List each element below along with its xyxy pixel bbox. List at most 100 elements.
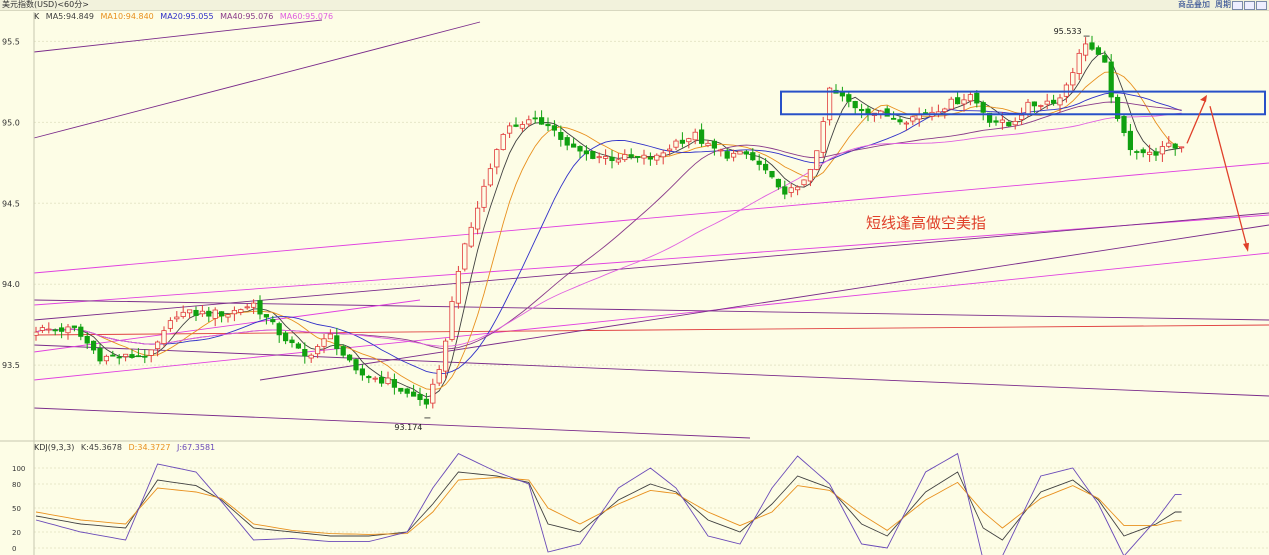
candle-body-88 (596, 156, 602, 159)
candle-body-79 (539, 117, 545, 125)
y-tick-label-0: 93.5 (2, 361, 20, 370)
candle-body-62 (430, 383, 436, 404)
price-chart-svg[interactable]: 95.533 93.174 93.5 94.0 94.5 95.0 95.5 0 20 50 80… (0, 0, 1269, 555)
candle-body-9 (91, 340, 97, 351)
candle-body-81 (551, 125, 558, 131)
extreme-label-high: 95.533 (1054, 27, 1082, 36)
candle-body-136 (903, 122, 910, 125)
candle-body-66 (455, 271, 462, 304)
candle-body-85 (577, 146, 583, 152)
candle-body-135 (897, 119, 903, 123)
kdj-tick-label-0: 0 (12, 545, 16, 553)
candle-body-3 (52, 329, 58, 332)
candle-body-2 (46, 328, 52, 331)
candle-body-127 (846, 94, 852, 102)
candle-body-64 (442, 340, 449, 372)
candle-body-43 (308, 354, 314, 359)
candle-body-173 (1140, 149, 1146, 154)
kdj-tick-label-2: 50 (12, 505, 21, 513)
y-tick-label-2: 94.5 (2, 199, 20, 208)
trendline-9 (33, 407, 751, 439)
candle-body-145 (961, 99, 967, 105)
candle-body-26 (199, 310, 205, 315)
candle-body-37 (270, 319, 276, 323)
strategy-annotation: 短线逢高做空美指 (866, 214, 987, 232)
candle-body-86 (583, 150, 590, 155)
candle-body-178 (1172, 143, 1178, 149)
candle-body-142 (942, 108, 948, 112)
candle-body-107 (718, 149, 724, 152)
candle-body-130 (865, 108, 871, 114)
candle-body-154 (1019, 114, 1025, 120)
candle-body-144 (955, 97, 961, 105)
candle-body-110 (737, 150, 743, 155)
trendline-3 (33, 214, 1269, 306)
candle-body-119 (795, 186, 801, 191)
candle-body-123 (820, 121, 826, 153)
candle-body-63 (436, 369, 442, 384)
candle-body-97 (654, 154, 660, 161)
candle-body-122 (814, 150, 820, 170)
candle-body-28 (212, 309, 218, 319)
candle-body-53 (372, 377, 378, 380)
candle-body-47 (334, 335, 340, 350)
candle-body-46 (327, 333, 334, 340)
candle-body-65 (449, 301, 455, 340)
candle-body-84 (571, 143, 577, 148)
candle-body-96 (647, 157, 654, 160)
candle-body-15 (129, 354, 135, 358)
candle-body-73 (500, 134, 506, 150)
candle-body-92 (622, 154, 628, 161)
candle-body-40 (289, 339, 295, 344)
y-tick-label-1: 94.0 (2, 280, 20, 289)
trendline-1 (33, 21, 481, 139)
candle-body-41 (295, 343, 302, 349)
candle-body-176 (1159, 146, 1165, 155)
candle-body-13 (116, 356, 122, 359)
candle-body-48 (340, 346, 346, 356)
candle-body-45 (321, 338, 327, 347)
candle-body-100 (673, 140, 679, 148)
candle-body-93 (628, 154, 634, 158)
candle-body-77 (526, 119, 532, 125)
candle-body-95 (641, 154, 647, 159)
candle-body-90 (609, 156, 615, 162)
candle-body-163 (1076, 52, 1082, 74)
trendline-6 (33, 212, 1269, 321)
candle-body-121 (807, 169, 814, 182)
candle-body-112 (750, 152, 756, 161)
ma10-line (35, 71, 1182, 391)
kdj-tick-label-1: 20 (12, 529, 21, 537)
down-arrow-head (1243, 242, 1249, 252)
y-tick-label-3: 95.0 (2, 118, 20, 127)
candle-body-87 (590, 151, 596, 159)
kdj-label: KDJ(9,3,3) (34, 443, 75, 452)
candle-body-20 (161, 330, 167, 344)
candle-body-147 (974, 92, 980, 104)
trendline-0 (33, 19, 323, 53)
kdj-j-line (35, 452, 1182, 555)
candle-body-165 (1089, 42, 1095, 50)
candle-body-134 (891, 117, 897, 120)
legend-ma20: MA20:95.055 (160, 12, 214, 21)
candle-body-71 (487, 168, 494, 186)
candle-body-167 (1102, 55, 1108, 63)
candle-body-120 (801, 179, 807, 186)
candle-body-68 (468, 226, 474, 247)
grid (0, 40, 1269, 549)
candle-body-115 (769, 170, 775, 178)
candle-body-129 (859, 108, 865, 112)
candle-body-82 (558, 131, 564, 140)
candle-body-137 (910, 116, 916, 122)
candle-body-158 (1044, 100, 1050, 105)
candle-body-116 (775, 178, 782, 188)
candle-body-61 (423, 398, 430, 405)
candle-body-69 (474, 207, 481, 230)
candle-body-128 (852, 101, 858, 109)
candle-body-148 (980, 102, 986, 113)
kdj-k: K:45.3678 (80, 443, 122, 452)
candle-body-12 (110, 354, 116, 357)
trendline-5 (33, 324, 1269, 336)
candle-body-175 (1153, 151, 1159, 156)
candle-body-52 (366, 376, 372, 379)
